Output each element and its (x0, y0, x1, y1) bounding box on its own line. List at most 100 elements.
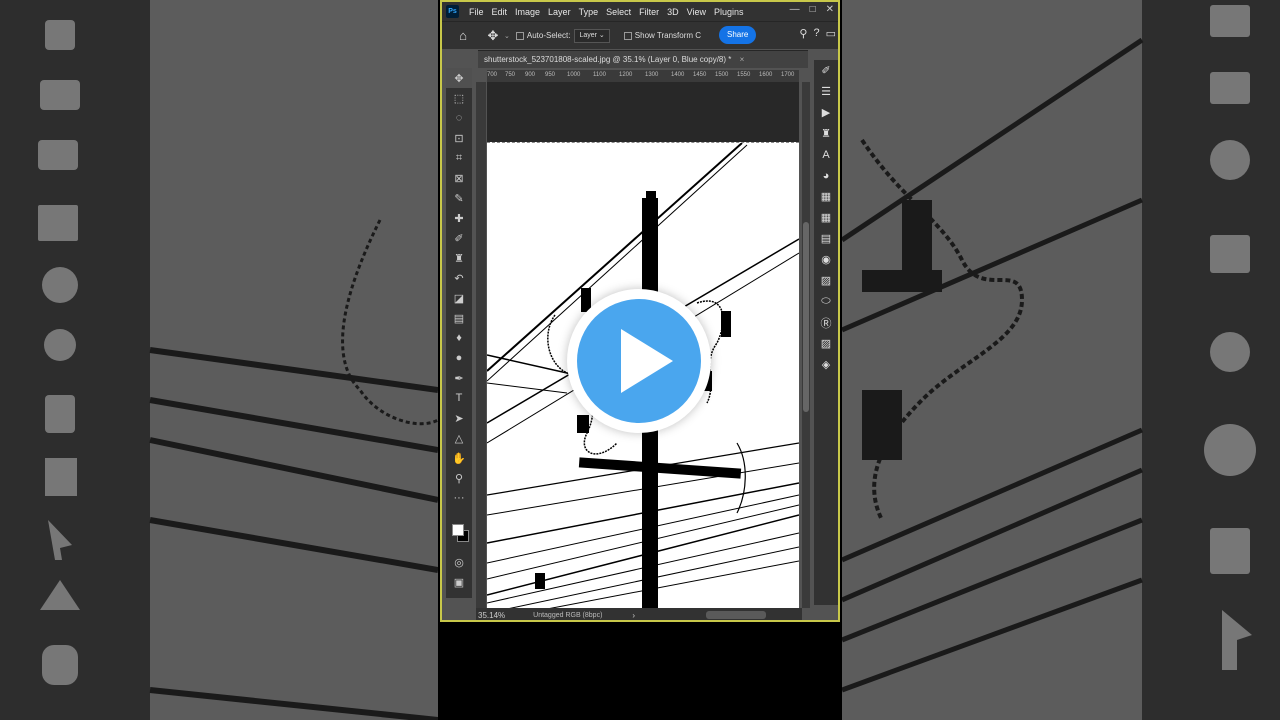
history-brush-tool-icon[interactable]: ↶ (446, 268, 472, 288)
tools-panel: ✥ ⬚ ◌ ⊡ ⌗ ⊠ ✎ ✚ ✐ ♜ ↶ ◪ ▤ ♦ ● ✒ T ➤ △ ✋ … (446, 68, 472, 598)
shape-tool-icon[interactable]: △ (446, 428, 472, 448)
ruler-tick: 1400 (671, 72, 685, 78)
share-button[interactable]: Share (719, 26, 757, 44)
ruler-tick: 750 (505, 72, 516, 78)
frame-tool-icon[interactable]: ⊠ (446, 168, 472, 188)
menu-image[interactable]: Image (511, 7, 544, 17)
swatches-icon[interactable]: ▦ (814, 186, 838, 207)
video-play-button[interactable] (567, 289, 711, 433)
dodge-tool-icon[interactable]: ● (446, 348, 472, 368)
ruler-tick: 1550 (737, 72, 751, 78)
play-button-circle (577, 299, 701, 423)
right-panel-dock: ✐ ☰ ▶ ♜ A ◕ ▦ ▦ ▤ ◉ ▨ ⬭ Ⓡ ▨ ◈ (814, 60, 838, 605)
maximize-button[interactable]: □ (810, 2, 816, 18)
photoshop-logo-icon: Ps (446, 5, 459, 18)
path-selection-tool-icon[interactable]: ➤ (446, 408, 472, 428)
actions-play-icon[interactable]: ▶ (814, 102, 838, 123)
auto-select-target-value: Layer (579, 31, 597, 39)
home-icon[interactable]: ⌂ (452, 25, 474, 47)
options-right-icons: ⚲ ? ▭ (799, 27, 836, 40)
menu-select[interactable]: Select (602, 7, 635, 17)
styles-icon[interactable]: ⬭ (814, 291, 838, 312)
ruler-tick: 950 (545, 72, 556, 78)
move-tool-icon[interactable]: ✥ (446, 68, 472, 88)
patterns-icon[interactable]: ▦ (814, 207, 838, 228)
video-frame: Ps File Edit Image Layer Type Select Fil… (0, 0, 1280, 720)
background-blur-right (842, 0, 1280, 720)
menu-plugins[interactable]: Plugins (710, 7, 748, 17)
auto-select-target-dropdown[interactable]: Layer ⌄ (574, 28, 610, 43)
status-bar: 35.14% Untagged RGB (8bpc) › (476, 608, 802, 620)
ruler-tick: 1100 (593, 72, 606, 78)
ruler-tick: 1300 (645, 72, 659, 78)
adjustments-icon[interactable]: ◉ (814, 249, 838, 270)
options-bar: ⌂ ✥ ⌄ Auto-Select: Layer ⌄ Show Transfor… (442, 21, 838, 49)
eraser-tool-icon[interactable]: ◪ (446, 288, 472, 308)
status-arrow-icon[interactable]: › (632, 611, 635, 620)
gradients-icon[interactable]: ▤ (814, 228, 838, 249)
menu-file[interactable]: File (465, 7, 488, 17)
horizontal-scroll-thumb[interactable] (706, 611, 766, 619)
zoom-level[interactable]: 35.14% (478, 611, 505, 620)
menu-view[interactable]: View (683, 7, 710, 17)
layers-icon[interactable]: ◈ (814, 354, 838, 375)
document-tab[interactable]: shutterstock_523701808-scaled.jpg @ 35.1… (478, 50, 808, 68)
vertical-scroll-thumb[interactable] (803, 222, 809, 412)
plugin-fr-icon[interactable]: Ⓡ (814, 312, 838, 333)
auto-select-checkbox[interactable] (515, 31, 524, 40)
adjust-sliders-icon[interactable]: ☰ (814, 81, 838, 102)
show-transform-checkbox[interactable] (623, 31, 632, 40)
type-tool-icon[interactable]: T (446, 388, 472, 408)
chevron-down-icon[interactable]: ⌄ (504, 32, 510, 40)
menu-filter[interactable]: Filter (635, 7, 663, 17)
close-button[interactable]: ✕ (826, 2, 834, 18)
menu-3d[interactable]: 3D (663, 7, 683, 17)
screen-mode-icon[interactable]: ▣ (446, 572, 472, 592)
document-tab-title: shutterstock_523701808-scaled.jpg @ 35.1… (484, 55, 732, 64)
search-icon[interactable]: ⚲ (799, 27, 807, 40)
menu-edit[interactable]: Edit (488, 7, 512, 17)
foreground-color-swatch[interactable] (452, 524, 464, 536)
object-select-tool-icon[interactable]: ⊡ (446, 128, 472, 148)
libraries-icon[interactable]: ▨ (814, 270, 838, 291)
channels-icon[interactable]: ▨ (814, 333, 838, 354)
vertical-ruler (476, 82, 486, 608)
tab-close-icon[interactable]: × (740, 55, 745, 64)
vertical-scrollbar[interactable] (802, 82, 810, 608)
menu-layer[interactable]: Layer (544, 7, 575, 17)
quick-mask-icon[interactable]: ◎ (446, 552, 472, 572)
ruler-tick: 1000 (567, 72, 581, 78)
zoom-tool-icon[interactable]: ⚲ (446, 468, 472, 488)
help-icon[interactable]: ? (813, 27, 819, 40)
ruler-tick: 1500 (715, 72, 729, 78)
blur-tool-icon[interactable]: ♦ (446, 328, 472, 348)
move-icon[interactable]: ✥ (482, 25, 504, 47)
auto-select-label: Auto-Select: (526, 31, 571, 40)
clone-source-icon[interactable]: ♜ (814, 123, 838, 144)
pen-tool-icon[interactable]: ✒ (446, 368, 472, 388)
workspace-icon[interactable]: ▭ (826, 27, 836, 40)
crop-tool-icon[interactable]: ⌗ (446, 148, 472, 168)
menu-bar: Ps File Edit Image Layer Type Select Fil… (442, 2, 838, 21)
character-icon[interactable]: A (814, 144, 838, 165)
background-blur-left (0, 0, 438, 720)
color-palette-icon[interactable]: ◕ (814, 165, 838, 186)
brush-settings-icon[interactable]: ✐ (814, 60, 838, 81)
marquee-tool-icon[interactable]: ⬚ (446, 88, 472, 108)
brush-tool-icon[interactable]: ✐ (446, 228, 472, 248)
lasso-tool-icon[interactable]: ◌ (446, 108, 472, 128)
horizontal-ruler: 700 750 900 950 1000 1100 1200 1300 1400… (487, 70, 799, 82)
play-icon (621, 329, 673, 393)
menu-type[interactable]: Type (575, 7, 603, 17)
hand-tool-icon[interactable]: ✋ (446, 448, 472, 468)
eyedropper-tool-icon[interactable]: ✎ (446, 188, 472, 208)
ruler-tick: 1700 (781, 72, 795, 78)
ruler-tick: 1200 (619, 72, 633, 78)
show-transform-label: Show Transform C (634, 31, 702, 40)
more-tools-icon[interactable]: ··· (446, 488, 472, 508)
clone-stamp-tool-icon[interactable]: ♜ (446, 248, 472, 268)
healing-brush-tool-icon[interactable]: ✚ (446, 208, 472, 228)
ruler-tick: 1600 (759, 72, 773, 78)
minimize-button[interactable]: — (790, 2, 800, 18)
gradient-tool-icon[interactable]: ▤ (446, 308, 472, 328)
